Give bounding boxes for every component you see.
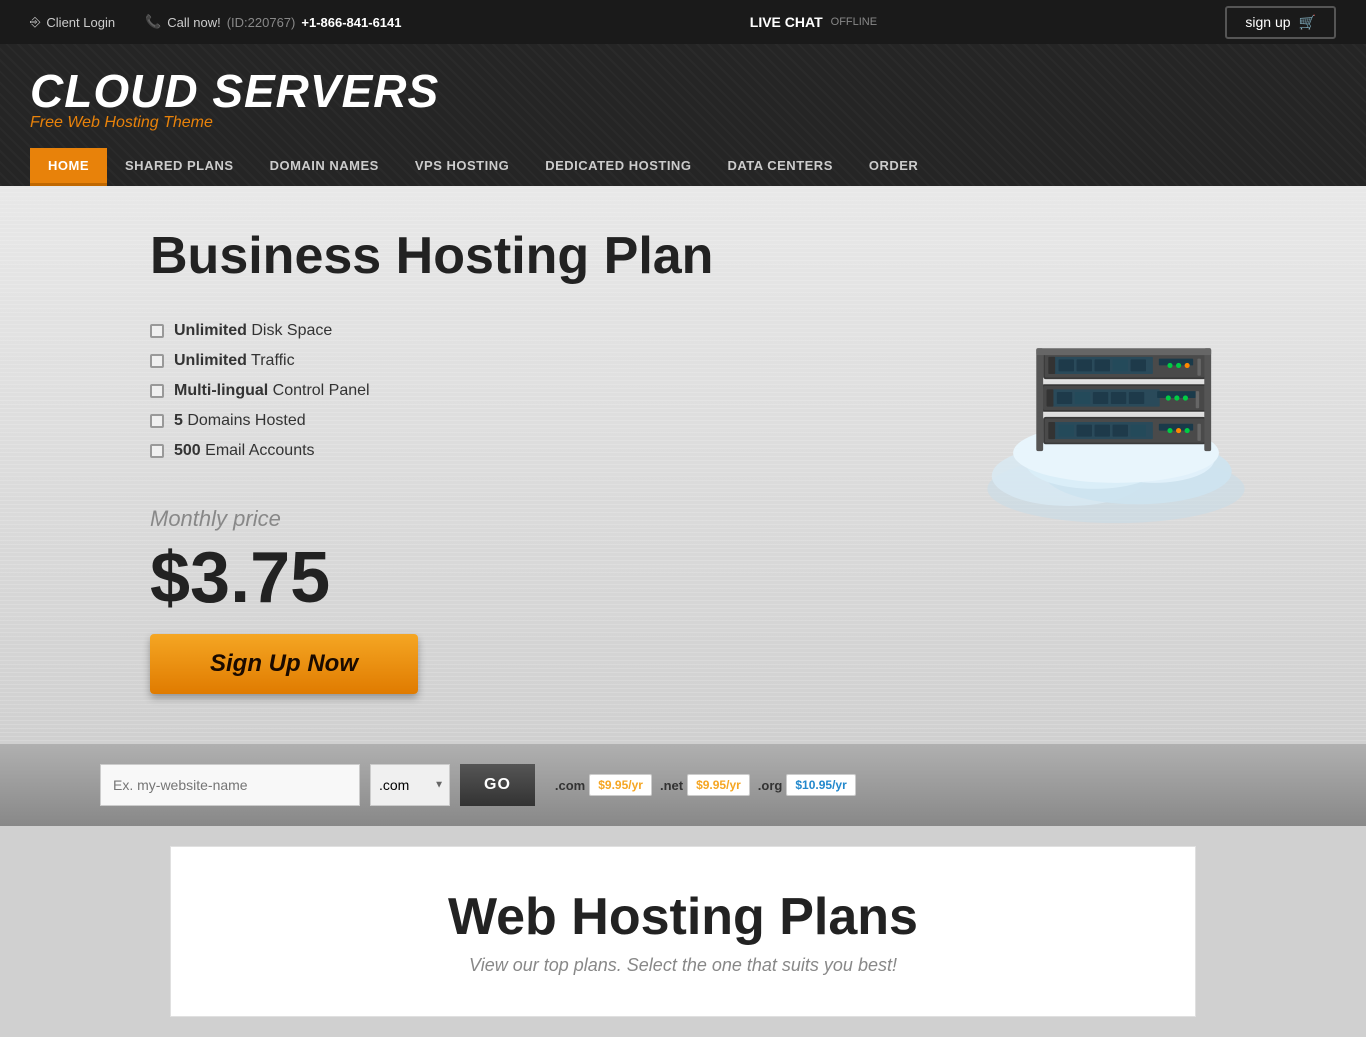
hero-features: Unlimited Disk Space Unlimited Traffic M…: [150, 316, 713, 466]
price-area: Monthly price $3.75 Sign Up Now: [150, 506, 713, 694]
nav-order[interactable]: ORDER: [851, 148, 936, 186]
plans-title: Web Hosting Plans: [271, 887, 1095, 947]
hero-illustration: [966, 226, 1266, 546]
tld-com: .com $9.95/yr: [555, 774, 652, 796]
hero-title: Business Hosting Plan: [150, 226, 713, 286]
cart-icon: 🛒: [1299, 14, 1316, 31]
live-chat[interactable]: LIVE CHAT OFFLINE: [750, 14, 877, 30]
tld-net: .net $9.95/yr: [660, 774, 750, 796]
hero-section: Business Hosting Plan Unlimited Disk Spa…: [0, 186, 1366, 744]
header: CLOUD SERVERS Free Web Hosting Theme HOM…: [0, 44, 1366, 186]
phone-icon: 📞: [145, 14, 161, 30]
hero-content: Business Hosting Plan Unlimited Disk Spa…: [150, 226, 713, 694]
checkbox-icon: [150, 354, 164, 368]
phone-info: 📞 Call now! (ID:220767) +1-866-841-6141: [145, 14, 401, 30]
feature-domains: 5 Domains Hosted: [150, 406, 713, 436]
domain-extension-select-wrap[interactable]: .com .net .org .info .biz ▼: [370, 764, 450, 806]
feature-email: 500 Email Accounts: [150, 436, 713, 466]
checkbox-icon: [150, 414, 164, 428]
tld-badges: .com $9.95/yr .net $9.95/yr .org $10.95/…: [555, 774, 856, 796]
main-nav: HOME SHARED PLANS DOMAIN NAMES VPS HOSTI…: [30, 148, 1336, 186]
feature-control-panel: Multi-lingual Control Panel: [150, 376, 713, 406]
plans-subtitle: View our top plans. Select the one that …: [271, 955, 1095, 976]
tld-org: .org $10.95/yr: [758, 774, 856, 796]
nav-domain-names[interactable]: DOMAIN NAMES: [252, 148, 397, 186]
feature-traffic: Unlimited Traffic: [150, 346, 713, 376]
signup-now-button[interactable]: Sign Up Now: [150, 634, 418, 694]
top-bar-left: ⎆ Client Login 📞 Call now! (ID:220767) +…: [30, 14, 401, 30]
client-login[interactable]: ⎆ Client Login: [30, 14, 115, 30]
feature-disk-space: Unlimited Disk Space: [150, 316, 713, 346]
price: $3.75: [150, 542, 330, 614]
server-cloud-graphic: [966, 226, 1266, 546]
nav-data-centers[interactable]: DATA CENTERS: [709, 148, 850, 186]
logo-area: CLOUD SERVERS Free Web Hosting Theme: [30, 64, 1336, 132]
plans-section: Web Hosting Plans View our top plans. Se…: [170, 846, 1196, 1017]
domain-extension-select[interactable]: .com .net .org .info .biz: [370, 764, 450, 806]
checkbox-icon: [150, 444, 164, 458]
monthly-label: Monthly price: [150, 506, 281, 532]
signup-button[interactable]: sign up 🛒: [1225, 6, 1336, 39]
domain-bar: .com .net .org .info .biz ▼ GO .com $9.9…: [0, 744, 1366, 826]
checkbox-icon: [150, 324, 164, 338]
go-button[interactable]: GO: [460, 764, 535, 806]
domain-search-input[interactable]: [100, 764, 360, 806]
login-icon: ⎆: [30, 14, 40, 30]
plans-outer: Web Hosting Plans View our top plans. Se…: [0, 826, 1366, 1037]
nav-vps-hosting[interactable]: VPS HOSTING: [397, 148, 527, 186]
checkbox-icon: [150, 384, 164, 398]
logo-title: CLOUD SERVERS: [30, 64, 1336, 118]
nav-dedicated-hosting[interactable]: DEDICATED HOSTING: [527, 148, 709, 186]
nav-home[interactable]: HOME: [30, 148, 107, 186]
nav-shared-plans[interactable]: SHARED PLANS: [107, 148, 252, 186]
top-bar: ⎆ Client Login 📞 Call now! (ID:220767) +…: [0, 0, 1366, 44]
